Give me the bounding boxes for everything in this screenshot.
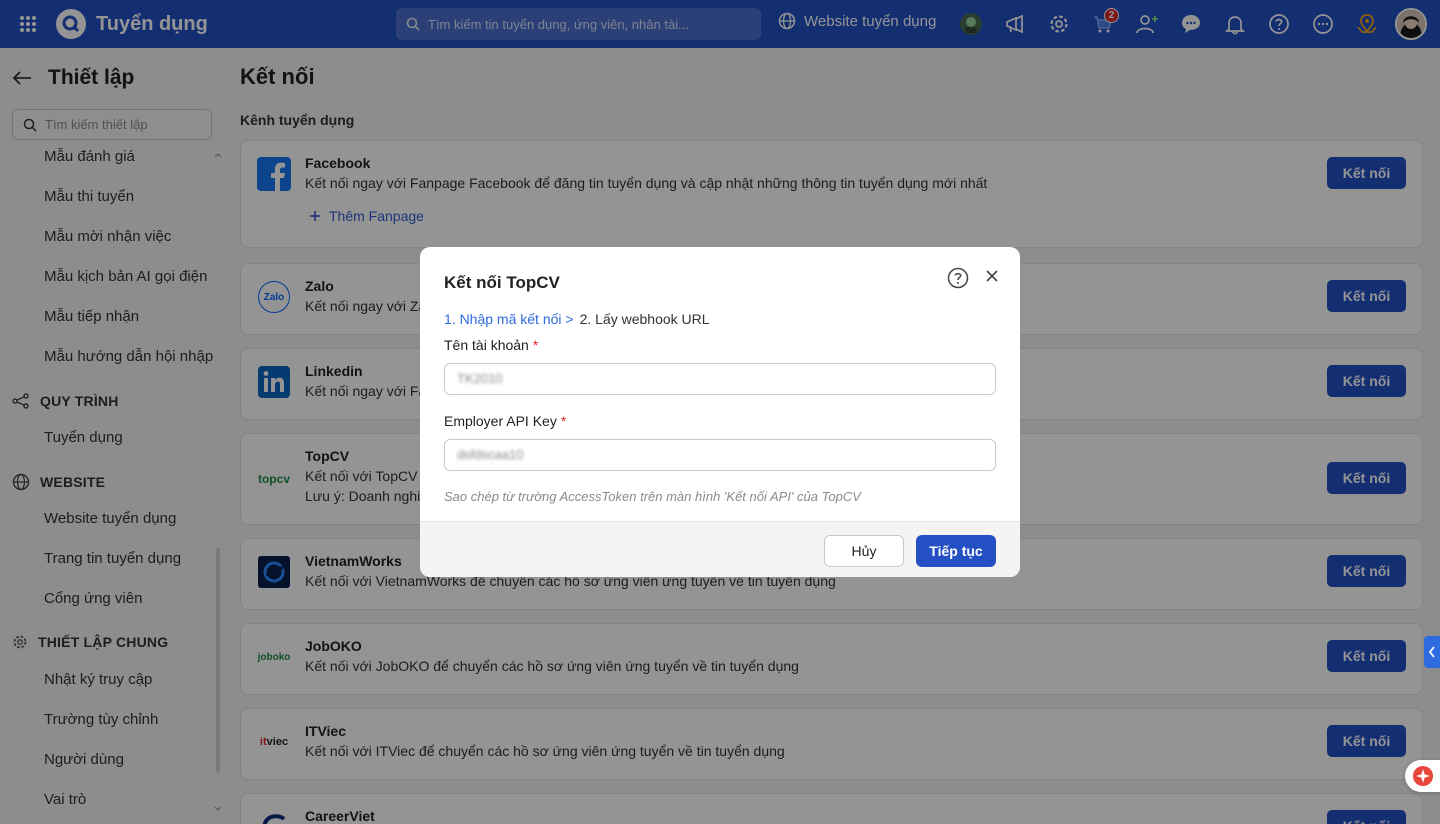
cancel-button[interactable]: Hủy	[824, 535, 904, 567]
modal-footer: Hủy Tiếp tục	[420, 521, 1020, 577]
topcv-connect-modal: Kết nối TopCV 1. Nhập mã kết nối > 2. Lấ…	[420, 247, 1020, 577]
help-icon[interactable]	[947, 267, 969, 289]
modal-title: Kết nối TopCV	[444, 273, 560, 292]
chevron-left-icon	[1428, 646, 1435, 658]
collapse-panel-tab[interactable]	[1424, 636, 1440, 668]
account-name-value: TK2010	[457, 371, 503, 386]
api-key-hint: Sao chép từ trường AccessToken trên màn …	[444, 489, 861, 504]
step-get-webhook[interactable]: 2. Lấy webhook URL	[580, 311, 710, 327]
api-key-label: Employer API Key *	[444, 413, 567, 429]
continue-button[interactable]: Tiếp tục	[916, 535, 996, 567]
account-name-input[interactable]	[444, 363, 996, 395]
sparkle-icon	[1412, 766, 1433, 786]
step-enter-code[interactable]: 1. Nhập mã kết nối >	[444, 311, 574, 327]
api-key-value: dsfdscaa10	[457, 447, 524, 462]
modal-steps: 1. Nhập mã kết nối > 2. Lấy webhook URL	[444, 311, 710, 327]
close-icon[interactable]	[983, 267, 1001, 285]
api-key-input[interactable]	[444, 439, 996, 471]
ai-assistant-button[interactable]	[1405, 760, 1440, 792]
account-name-label: Tên tài khoản *	[444, 337, 539, 353]
